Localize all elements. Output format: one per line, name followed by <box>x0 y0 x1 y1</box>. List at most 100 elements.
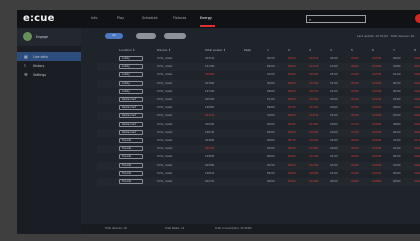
nav-info[interactable]: Info <box>91 16 97 20</box>
location-label: Facade <box>122 163 132 167</box>
total-power-cell: 2018W <box>205 81 215 85</box>
total-power-cell: 2031W <box>205 57 215 60</box>
location-cell[interactable]: Lobby <box>119 56 143 61</box>
table-row[interactable]: Restaurant SYS1_meter 2054W 911W 828W 1029W 92… <box>97 96 420 104</box>
value-cell: 836W <box>288 114 296 118</box>
value-cell: 815W <box>288 130 296 134</box>
alert-icon[interactable] <box>415 14 420 23</box>
sidebar-item-history[interactable]: ⌇ History <box>17 61 81 70</box>
location-cell[interactable]: Restaurant <box>119 105 143 111</box>
value-cell: 917W <box>414 139 420 142</box>
location-cell[interactable]: Lobby <box>119 64 143 70</box>
nav-schedule[interactable]: Schedule <box>142 16 158 20</box>
location-cell[interactable]: Restaurant <box>119 113 143 119</box>
filter-chip-all[interactable]: All <box>105 33 123 39</box>
wrench-icon: ⚒ <box>24 72 28 77</box>
location-cell[interactable]: Facade <box>119 170 143 176</box>
location-label: Facade <box>122 171 132 175</box>
table-row[interactable]: Restaurant SYS1_meter 1967W 894W 815W 1004W 91… <box>97 128 420 137</box>
value-cell: 917W <box>351 122 359 126</box>
value-cell: 1038W <box>309 147 319 151</box>
value-cell: 907W <box>414 65 420 69</box>
filter-chip-2[interactable] <box>136 33 156 39</box>
value-cell: 931W <box>330 73 338 77</box>
value-cell: 1019W <box>309 180 319 183</box>
table-row[interactable]: Facade SYS1_meter 2046W 909W 827W 1026W 924W 92… <box>97 137 420 145</box>
value-cell: 812W <box>288 65 296 69</box>
location-cell[interactable]: Restaurant <box>119 129 143 135</box>
value-cell: 917W <box>330 155 338 159</box>
value-cell: 911W <box>414 106 420 110</box>
location-cell[interactable]: Restaurant <box>119 121 143 127</box>
value-cell: 915W <box>351 106 359 110</box>
column-header[interactable]: Location ↕ <box>119 48 135 52</box>
table-row[interactable]: Facade SYS1_meter 2027W 905W 824W 1019W 920W 91… <box>97 178 420 186</box>
location-label: Restaurant <box>122 122 137 126</box>
location-label: Lobby <box>122 73 130 77</box>
sidebar-item-settings[interactable]: ⚒ Settings <box>17 70 81 79</box>
location-cell[interactable]: Lobby <box>119 88 143 94</box>
value-cell: 915W <box>393 114 401 118</box>
table-row[interactable]: Restaurant SYS1_meter 2002W 902W 823W 1016W 91… <box>97 120 420 129</box>
value-cell: 934W <box>351 65 359 69</box>
value-cell: 1021W <box>372 171 382 175</box>
location-cell[interactable]: Facade <box>119 162 143 168</box>
user-panel[interactable]: Engage <box>17 28 81 46</box>
column-header[interactable]: Device ↕ <box>157 48 171 52</box>
value-cell: 919W <box>351 163 359 167</box>
table-row[interactable]: Lobby SYS1_meter 2498W 912W 834W 1044W 931W 912… <box>97 71 420 80</box>
table-row[interactable]: Lobby SYS1_meter 2018W 904W 826W 1015W 917W 922… <box>97 79 420 88</box>
location-cell[interactable]: Lobby <box>119 80 143 86</box>
sidebar-item-label: History <box>33 64 45 68</box>
location-cell[interactable]: Facade <box>119 154 143 160</box>
value-cell: 914W <box>393 147 401 151</box>
value-cell: 918W <box>414 98 420 101</box>
search-input[interactable]: ⌕ <box>306 15 366 23</box>
table-row[interactable]: Facade SYS1_meter 2039W 907W 825W 1023W 922W 91… <box>97 161 420 170</box>
footer-stat: Total consumption: 32.2kWh <box>215 227 252 230</box>
table-row[interactable]: Facade SYS1_meter 1995W 900W 819W 1013W 917W 91… <box>97 153 420 162</box>
summary-footer: Total devices: 16 Total Peaks: 12 Total … <box>81 224 420 234</box>
value-cell: 1029W <box>309 98 319 101</box>
location-cell[interactable]: Lobby <box>119 72 143 78</box>
filter-chip-3[interactable] <box>164 33 186 39</box>
device-cell: SYS1_meter <box>157 163 173 167</box>
value-cell: 826W <box>288 81 296 85</box>
value-cell: 912W <box>267 73 275 77</box>
table-row[interactable]: Facade SYS1_meter 1981W 897W 818W 1009W 913W 91… <box>97 169 420 178</box>
nav-fixtures[interactable]: Fixtures <box>173 16 186 20</box>
table-row[interactable]: Facade SYS1_meter 2493W 915W 832W 1038W 929W 92… <box>97 145 420 154</box>
value-cell: 907W <box>393 155 401 159</box>
total-power-cell: 2511W <box>205 114 215 118</box>
value-cell: 925W <box>330 98 338 101</box>
sidebar-item-live-data[interactable]: ▦ Live data <box>17 52 81 61</box>
location-cell[interactable]: Facade <box>119 179 143 184</box>
value-cell: 914W <box>330 65 338 69</box>
location-label: Restaurant <box>122 98 137 101</box>
nav-energy[interactable]: Energy <box>200 16 212 20</box>
location-cell[interactable]: Facade <box>119 146 143 152</box>
value-cell: 904W <box>393 171 401 175</box>
table-row[interactable]: Lobby SYS1_meter 1974W 896W 820W 1007W 911W 919… <box>97 87 420 96</box>
table-row[interactable]: Lobby SYS1_meter 1919W 893W 812W 1011W 914W 934… <box>97 63 420 72</box>
location-label: Facade <box>122 147 132 151</box>
location-cell[interactable]: Restaurant <box>119 97 143 102</box>
value-cell: 910W <box>414 89 420 93</box>
device-cell: SYS1_meter <box>157 122 173 126</box>
value-cell: 907W <box>393 81 401 85</box>
column-header[interactable]: Total power ↕ <box>205 48 226 52</box>
table-row[interactable]: Restaurant SYS1_meter 1988W 899W 817W 1012W 91… <box>97 104 420 113</box>
value-cell: 922W <box>414 57 420 60</box>
nav-play[interactable]: Play <box>117 16 124 20</box>
column-header: 6 <box>372 48 374 52</box>
value-cell: 908W <box>393 122 401 126</box>
location-cell[interactable]: Facade <box>119 138 143 143</box>
value-cell: 1027W <box>372 57 382 60</box>
value-cell: 1019W <box>372 65 382 69</box>
location-label: Restaurant <box>122 130 137 134</box>
value-cell: 824W <box>288 180 296 183</box>
device-cell: SYS1_meter <box>157 106 173 110</box>
table-row[interactable]: Lobby SYS1_meter 2031W 901W 812W 1021W 922W 918… <box>97 55 420 63</box>
value-cell: 1013W <box>309 155 319 159</box>
table-row[interactable]: Restaurant SYS1_meter 2511W 918W 836W 1041W 93… <box>97 112 420 121</box>
